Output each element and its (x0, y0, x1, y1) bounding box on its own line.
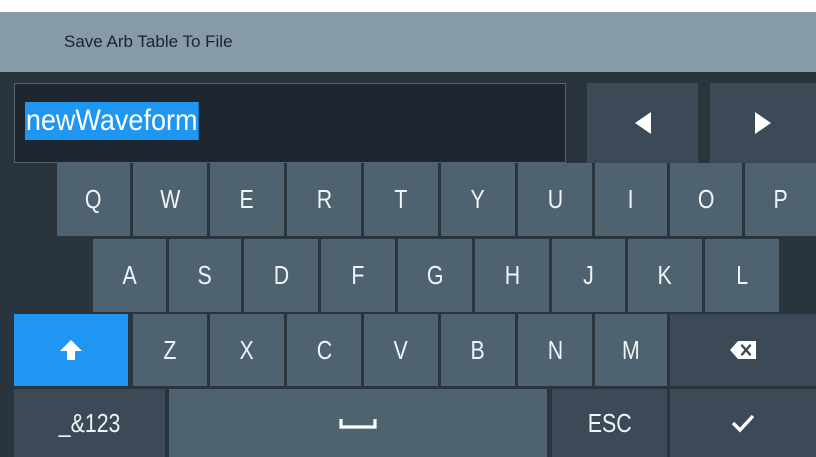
filename-input[interactable]: newWaveform (14, 83, 566, 163)
key-f[interactable]: F (321, 239, 395, 312)
key-p[interactable]: P (745, 163, 816, 236)
key-w[interactable]: W (133, 163, 207, 236)
key-m[interactable]: M (595, 314, 667, 386)
space-bar[interactable] (169, 389, 547, 457)
key-u[interactable]: U (518, 163, 592, 236)
key-y[interactable]: Y (441, 163, 515, 236)
key-s[interactable]: S (169, 239, 241, 312)
shift-button[interactable] (14, 314, 128, 386)
backspace-button[interactable] (670, 314, 816, 386)
key-d[interactable]: D (244, 239, 318, 312)
key-e[interactable]: E (210, 163, 284, 236)
key-b[interactable]: B (441, 314, 515, 386)
key-g[interactable]: G (398, 239, 472, 312)
key-n[interactable]: N (518, 314, 592, 386)
cursor-right-button[interactable] (710, 83, 816, 163)
key-r[interactable]: R (287, 163, 361, 236)
keyboard-dialog: Save Arb Table To File newWaveform Q W E… (0, 12, 816, 457)
key-v[interactable]: V (364, 314, 438, 386)
key-o[interactable]: O (670, 163, 742, 236)
space-bar-icon (339, 419, 377, 429)
backspace-icon (730, 341, 756, 359)
key-q[interactable]: Q (57, 163, 130, 236)
enter-button[interactable] (670, 389, 816, 457)
key-l[interactable]: L (705, 239, 779, 312)
key-t[interactable]: T (364, 163, 438, 236)
dialog-title: Save Arb Table To File (0, 12, 816, 72)
key-j[interactable]: J (552, 239, 625, 312)
esc-button[interactable]: ESC (552, 389, 667, 457)
checkmark-icon (731, 414, 755, 433)
triangle-left-icon (634, 112, 651, 134)
symbols-button[interactable]: _&123 (14, 389, 165, 457)
key-x[interactable]: X (210, 314, 284, 386)
key-z[interactable]: Z (133, 314, 207, 386)
key-a[interactable]: A (93, 239, 166, 312)
key-h[interactable]: H (475, 239, 549, 312)
triangle-right-icon (755, 112, 771, 134)
filename-value: newWaveform (25, 102, 199, 140)
key-c[interactable]: C (287, 314, 361, 386)
shift-up-arrow-icon (60, 340, 82, 360)
key-i[interactable]: I (595, 163, 667, 236)
key-k[interactable]: K (628, 239, 702, 312)
cursor-left-button[interactable] (587, 83, 698, 163)
